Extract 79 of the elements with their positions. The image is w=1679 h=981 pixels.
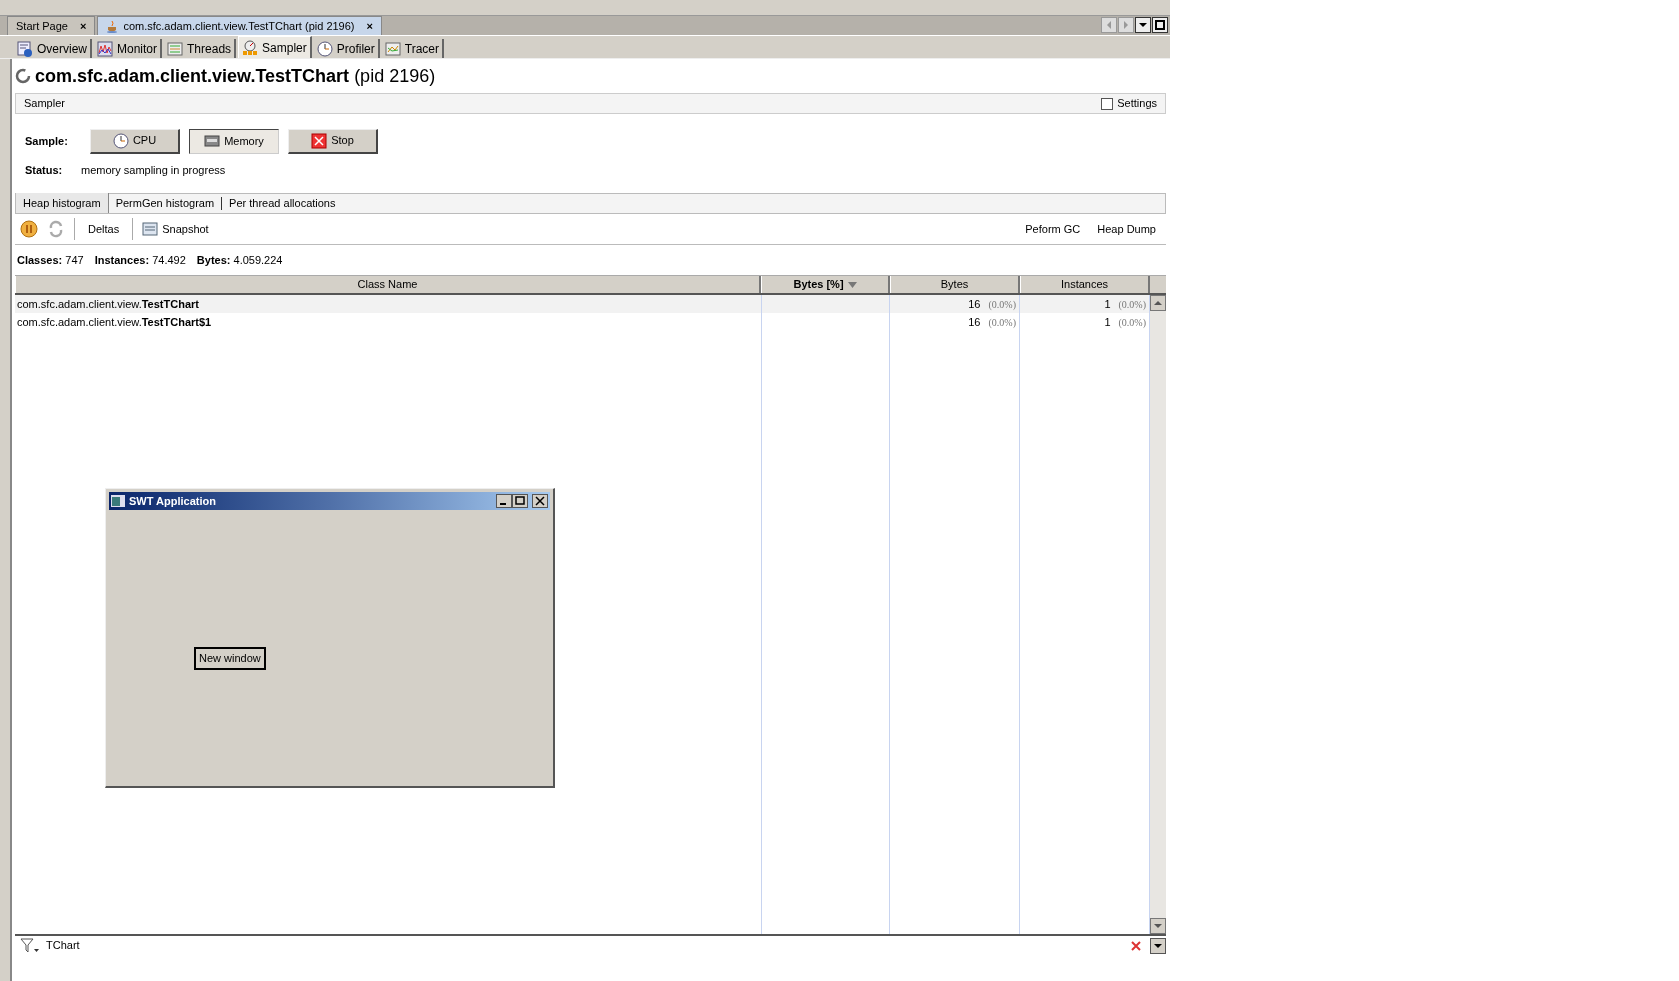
perform-gc-button[interactable]: Peform GC [1021,220,1085,238]
close-icon[interactable] [532,494,548,508]
editor-tab[interactable]: com.sfc.adam.client.view.TestTChart (pid 2196) × [97,16,382,35]
percent-cell-text: (0.0%) [1118,315,1146,330]
settings-label: Settings [1117,96,1157,112]
clear-icon[interactable] [1130,939,1142,952]
percent-cell-text: (0.0%) [988,297,1016,312]
class-name-cell-text: com.sfc.adam.client.view.TestTChart [17,296,199,312]
coffee-cup-icon [106,19,120,33]
loading-spinner-icon [15,68,31,84]
maximize-icon[interactable] [1152,17,1168,33]
document-icon [17,40,33,57]
column-header[interactable]: Bytes [890,276,1020,293]
histogram-tab[interactable]: Heap histogram [16,193,109,213]
scroll-down-icon[interactable] [1150,918,1166,934]
snapshot-icon [142,221,159,237]
maximize-icon[interactable] [512,494,528,508]
percent-cell-text: (0.0%) [988,315,1016,330]
number-cell-text: 1 [1104,296,1111,312]
class-name-cell-text: com.sfc.adam.client.view.TestTChart$1 [17,314,212,330]
tab-label: com.sfc.adam.client.view.TestTChart (pid 2196) [123,18,355,34]
tab-close-button[interactable]: × [366,17,373,35]
sample-label: Sample: [25,133,69,149]
column-header[interactable]: Class Name [15,276,761,293]
percent-cell-text: (0.0%) [1118,297,1146,312]
number-cell-text: 16 [968,296,981,312]
tab-label: Monitor [117,40,158,58]
memory-chip-icon [204,133,221,149]
column-header[interactable]: Bytes [%] [761,276,890,293]
stat-text: Bytes: 4.059.224 [196,252,283,268]
minimize-icon[interactable] [496,494,512,508]
sample-button[interactable]: Memory [189,128,279,154]
snapshot-button[interactable]: Snapshot [142,220,209,238]
number-cell-text: 16 [968,314,981,330]
tab-label: Tracer [404,40,439,58]
view-tab[interactable]: Overview [14,39,92,58]
sample-button[interactable]: CPU [90,128,180,154]
status-text: memory sampling in progress [81,162,226,178]
stat-text: Classes: 747 [17,252,84,268]
chart-icon [384,40,401,57]
filter-icon[interactable] [20,937,40,954]
tab-label: Start Page [16,18,68,34]
number-cell-text: 1 [1104,314,1111,330]
dropdown-icon[interactable] [1150,937,1166,954]
tab-close-button[interactable]: × [80,17,87,35]
deltas-button[interactable]: Deltas [84,220,124,238]
sample-button[interactable]: Stop [288,128,378,154]
view-tab[interactable]: Monitor [94,39,163,58]
tab-label: Threads [187,40,232,58]
page-title: com.sfc.adam.client.view.TestTChart (pid 2196) [35,64,436,88]
clock-icon [316,40,333,57]
clock-icon [112,132,129,149]
status-label: Status: [25,162,64,178]
list-icon [167,40,184,57]
window-title: SWT Application [129,493,217,509]
scroll-up-icon[interactable] [1150,295,1166,311]
editor-tab[interactable]: Start Page × [7,16,96,35]
view-tab[interactable]: Threads [164,39,237,58]
stat-text: Instances: 74.492 [94,252,186,268]
heap-dump-button[interactable]: Heap Dump [1093,220,1160,238]
settings-checkbox[interactable] [1101,97,1114,110]
stop-icon [311,132,328,149]
section-header: Sampler [24,96,65,112]
tab-label: Sampler [262,39,307,57]
histogram-tab[interactable]: Per thread allocations [222,193,343,213]
gauge-icon [242,39,259,56]
window-icon [111,495,125,507]
tab-label: Profiler [336,40,375,58]
column-header[interactable]: Instances [1020,276,1150,293]
vertical-scrollbar[interactable] [1150,295,1166,934]
view-tab[interactable]: Sampler [238,36,312,58]
new-window-button[interactable]: New window [194,647,266,670]
sort-arrow-icon [847,281,857,288]
tab-label: Overview [37,40,87,58]
pause-icon[interactable] [20,220,38,238]
chart-icon [97,40,113,57]
dropdown-icon[interactable] [1135,17,1151,33]
histogram-tab[interactable]: PermGen histogram [108,193,223,213]
filter-field[interactable]: TChart [46,937,1130,954]
